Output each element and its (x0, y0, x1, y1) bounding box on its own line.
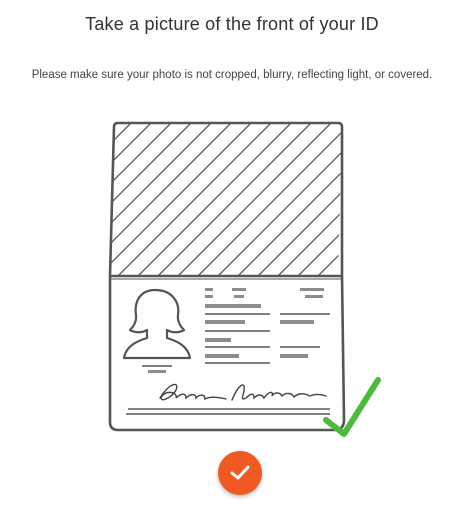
capture-confirm-button[interactable] (218, 451, 262, 495)
id-capture-screen: Take a picture of the front of your ID P… (0, 0, 464, 510)
checkmark-icon (230, 465, 250, 480)
passport-id-icon (108, 121, 381, 437)
valid-check-icon (323, 377, 381, 437)
